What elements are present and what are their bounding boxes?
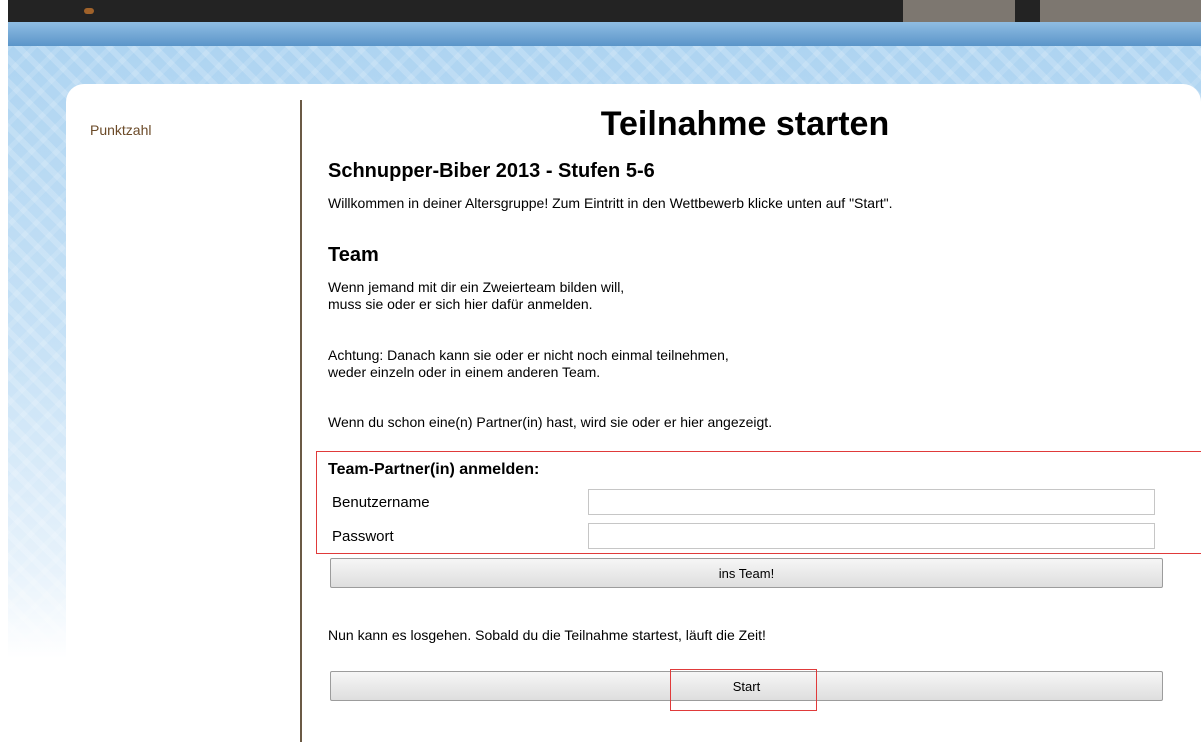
- header-tab-block: [1040, 0, 1201, 22]
- sidebar-link-punktzahl[interactable]: Punktzahl: [90, 122, 151, 138]
- welcome-text: Willkommen in deiner Altersgruppe! Zum E…: [328, 195, 893, 211]
- password-input[interactable]: [588, 523, 1155, 549]
- contest-subtitle: Schnupper-Biber 2013 - Stufen 5-6: [328, 160, 655, 182]
- team-heading: Team: [328, 244, 379, 266]
- page-title: Teilnahme starten: [600, 105, 890, 143]
- top-header-bar: [0, 0, 1201, 22]
- vertical-divider: [300, 100, 302, 742]
- username-input[interactable]: [588, 489, 1155, 515]
- header-blue-band: [8, 22, 1201, 47]
- team-info-line: muss sie oder er sich hier dafür anmelde…: [328, 296, 593, 312]
- header-logo-fragment: [84, 8, 94, 14]
- team-form-title: Team-Partner(in) anmelden:: [328, 461, 540, 478]
- username-label: Benutzername: [332, 494, 430, 511]
- start-button[interactable]: Start: [330, 671, 1163, 701]
- team-info-line: Wenn jemand mit dir ein Zweierteam bilde…: [328, 279, 625, 295]
- join-team-button[interactable]: ins Team!: [330, 558, 1163, 588]
- header-tab-block: [903, 0, 1015, 22]
- password-label: Passwort: [332, 528, 394, 545]
- partner-display-info: Wenn du schon eine(n) Partner(in) hast, …: [328, 414, 773, 430]
- left-page-margin: [0, 0, 8, 742]
- team-warning-line: weder einzeln oder in einem anderen Team…: [328, 364, 601, 380]
- start-info-text: Nun kann es losgehen. Sobald du die Teil…: [328, 627, 766, 643]
- team-warning-line: Achtung: Danach kann sie oder er nicht n…: [328, 347, 729, 363]
